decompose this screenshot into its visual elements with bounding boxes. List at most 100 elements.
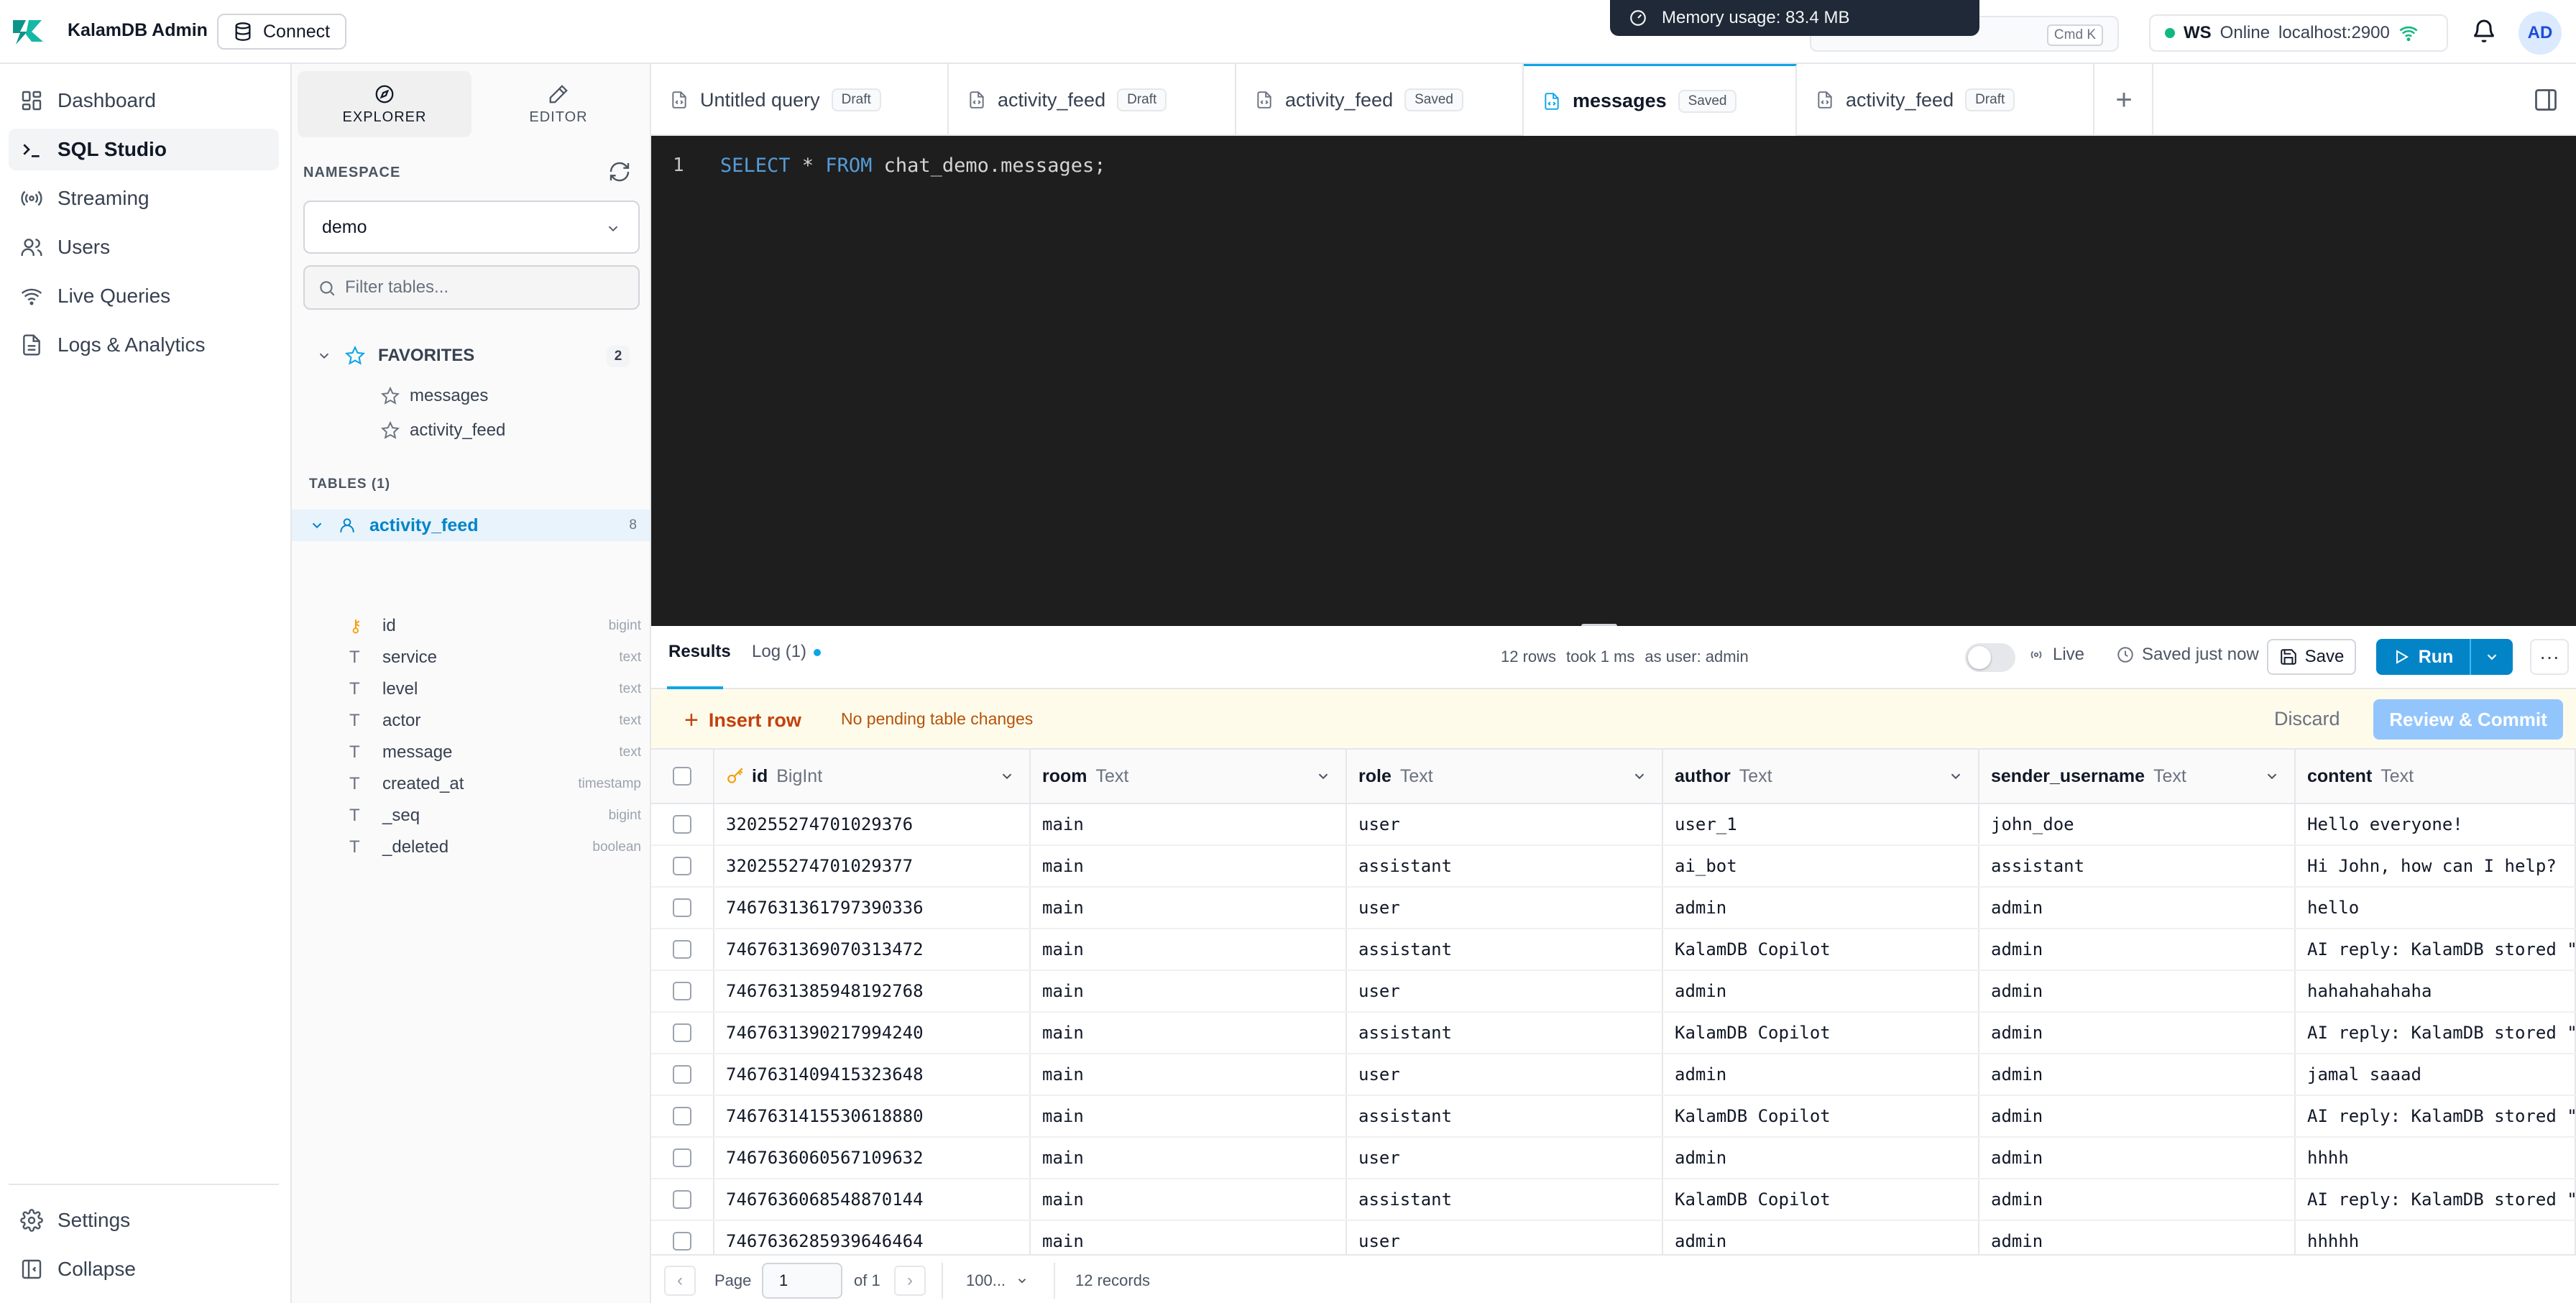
- save-button[interactable]: Save: [2267, 639, 2356, 675]
- namespace-select[interactable]: demo: [303, 201, 640, 254]
- cell-content[interactable]: AI reply: KalamDB stored "ha: [2296, 1013, 2576, 1053]
- cell-sender-username[interactable]: john_doe: [1979, 804, 2296, 844]
- cell-room[interactable]: main: [1031, 804, 1347, 844]
- cell-role[interactable]: user: [1347, 888, 1663, 928]
- row-checkbox[interactable]: [673, 1023, 691, 1042]
- table-row[interactable]: 7467631361797390336 main user admin admin hel…: [651, 888, 2576, 929]
- cell-role[interactable]: user: [1347, 1221, 1663, 1254]
- tab-editor[interactable]: EDITOR: [472, 71, 645, 137]
- cell-content[interactable]: AI reply: KalamDB stored "ja: [2296, 1096, 2576, 1136]
- cell-role[interactable]: user: [1347, 1138, 1663, 1178]
- run-button[interactable]: Run: [2376, 639, 2513, 675]
- chevron-down-icon[interactable]: [999, 768, 1015, 784]
- column-item-created-at[interactable]: Tcreated_at timestamp: [349, 768, 641, 800]
- cell-id[interactable]: 7467636060567109632: [714, 1138, 1031, 1178]
- chevron-down-icon[interactable]: [1315, 768, 1331, 784]
- table-row[interactable]: 7467631390217994240 main assistant KalamDB …: [651, 1013, 2576, 1054]
- cell-room[interactable]: main: [1031, 929, 1347, 970]
- favorite-item[interactable]: messages: [381, 382, 488, 410]
- cell-content[interactable]: hahahahahaha: [2296, 971, 2576, 1011]
- cell-sender-username[interactable]: admin: [1979, 1138, 2296, 1178]
- cell-role[interactable]: assistant: [1347, 1179, 1663, 1220]
- row-checkbox[interactable]: [673, 1232, 691, 1251]
- table-row[interactable]: 320255274701029377 main assistant ai_bot ass…: [651, 846, 2576, 888]
- cell-sender-username[interactable]: admin: [1979, 888, 2296, 928]
- column-item-seq[interactable]: T _seq bigint: [349, 800, 641, 832]
- cell-author[interactable]: admin: [1663, 888, 1979, 928]
- row-checkbox[interactable]: [673, 1190, 691, 1209]
- query-tab[interactable]: activity_feed Draft: [949, 64, 1236, 136]
- cell-author[interactable]: ai_bot: [1663, 846, 1979, 886]
- sql-code[interactable]: SELECT * FROM chat_demo.messages;: [720, 155, 1105, 177]
- cell-room[interactable]: main: [1031, 1179, 1347, 1220]
- cell-id[interactable]: 320255274701029376: [714, 804, 1031, 844]
- cell-role[interactable]: user: [1347, 1054, 1663, 1095]
- cell-role[interactable]: assistant: [1347, 1096, 1663, 1136]
- connect-button[interactable]: Connect: [217, 14, 346, 50]
- tab-results[interactable]: Results: [668, 642, 731, 662]
- cell-sender-username[interactable]: admin: [1979, 929, 2296, 970]
- chevron-down-icon[interactable]: [1948, 768, 1964, 784]
- cell-id[interactable]: 7467636068548870144: [714, 1179, 1031, 1220]
- cell-sender-username[interactable]: assistant: [1979, 846, 2296, 886]
- cell-id[interactable]: 7467631415530618880: [714, 1096, 1031, 1136]
- cell-author[interactable]: user_1: [1663, 804, 1979, 844]
- nav-item-settings[interactable]: Settings: [9, 1200, 279, 1241]
- cell-room[interactable]: main: [1031, 1221, 1347, 1254]
- row-checkbox[interactable]: [673, 1107, 691, 1125]
- cell-author[interactable]: KalamDB Copilot: [1663, 1179, 1979, 1220]
- cell-author[interactable]: admin: [1663, 1221, 1979, 1254]
- table-row[interactable]: 7467636285939646464 main user admin admin hhh…: [651, 1221, 2576, 1254]
- column-header-author[interactable]: author Text: [1663, 750, 1979, 803]
- run-main-button[interactable]: Run: [2376, 647, 2470, 668]
- chevron-down-icon[interactable]: [2264, 768, 2280, 784]
- column-item-message[interactable]: Tmessage text: [349, 737, 641, 768]
- cell-sender-username[interactable]: admin: [1979, 1221, 2296, 1254]
- next-page-button[interactable]: ›: [894, 1266, 926, 1296]
- query-tab[interactable]: activity_feed Draft: [1797, 64, 2094, 136]
- cell-room[interactable]: main: [1031, 846, 1347, 886]
- column-header-content[interactable]: content Text: [2296, 750, 2576, 803]
- query-tab[interactable]: Untitled query Draft: [651, 64, 949, 136]
- page-number-input[interactable]: 1: [762, 1263, 842, 1299]
- refresh-icon[interactable]: [608, 160, 631, 183]
- table-row[interactable]: 320255274701029376 main user user_1 john_doe…: [651, 804, 2576, 846]
- row-checkbox[interactable]: [673, 898, 691, 917]
- chevron-down-icon[interactable]: [1632, 768, 1647, 784]
- row-checkbox[interactable]: [673, 857, 691, 875]
- run-options-button[interactable]: [2470, 639, 2513, 675]
- cell-room[interactable]: main: [1031, 1138, 1347, 1178]
- cell-content[interactable]: AI reply: KalamDB stored "hh: [2296, 1179, 2576, 1220]
- row-checkbox[interactable]: [673, 1148, 691, 1167]
- user-avatar[interactable]: AD: [2518, 11, 2562, 55]
- select-all-checkbox[interactable]: [673, 767, 691, 786]
- cell-id[interactable]: 7467636285939646464: [714, 1221, 1031, 1254]
- cell-content[interactable]: hello: [2296, 888, 2576, 928]
- ws-status[interactable]: WS Online localhost:2900: [2149, 14, 2448, 52]
- column-item-level[interactable]: Tlevel text: [349, 673, 641, 705]
- nav-item-collapse[interactable]: Collapse: [9, 1248, 279, 1290]
- nav-item-users[interactable]: Users: [9, 226, 279, 268]
- row-checkbox[interactable]: [673, 815, 691, 834]
- cell-room[interactable]: main: [1031, 1096, 1347, 1136]
- table-row[interactable]: 7467631415530618880 main assistant KalamDB …: [651, 1096, 2576, 1138]
- cell-room[interactable]: main: [1031, 1054, 1347, 1095]
- cell-author[interactable]: admin: [1663, 1054, 1979, 1095]
- table-row[interactable]: 7467631409415323648 main user admin admin jam…: [651, 1054, 2576, 1096]
- nav-item-live-queries[interactable]: Live Queries: [9, 275, 279, 317]
- sidebar-toggle-icon[interactable]: [2533, 87, 2559, 113]
- more-options-button[interactable]: ···: [2530, 639, 2569, 675]
- query-tab[interactable]: messages Saved: [1524, 64, 1797, 136]
- cell-content[interactable]: jamal saaad: [2296, 1054, 2576, 1095]
- cell-role[interactable]: assistant: [1347, 846, 1663, 886]
- column-header-room[interactable]: room Text: [1031, 750, 1347, 803]
- cell-author[interactable]: KalamDB Copilot: [1663, 1096, 1979, 1136]
- row-checkbox[interactable]: [673, 940, 691, 959]
- nav-item-sql-studio[interactable]: SQL Studio: [9, 129, 279, 170]
- cell-role[interactable]: user: [1347, 804, 1663, 844]
- page-size-select[interactable]: 100...: [956, 1263, 1039, 1299]
- cell-role[interactable]: assistant: [1347, 929, 1663, 970]
- cell-content[interactable]: AI reply: KalamDB stored "he: [2296, 929, 2576, 970]
- discard-button[interactable]: Discard: [2274, 708, 2340, 730]
- table-row[interactable]: 7467631385948192768 main user admin admin hah…: [651, 971, 2576, 1013]
